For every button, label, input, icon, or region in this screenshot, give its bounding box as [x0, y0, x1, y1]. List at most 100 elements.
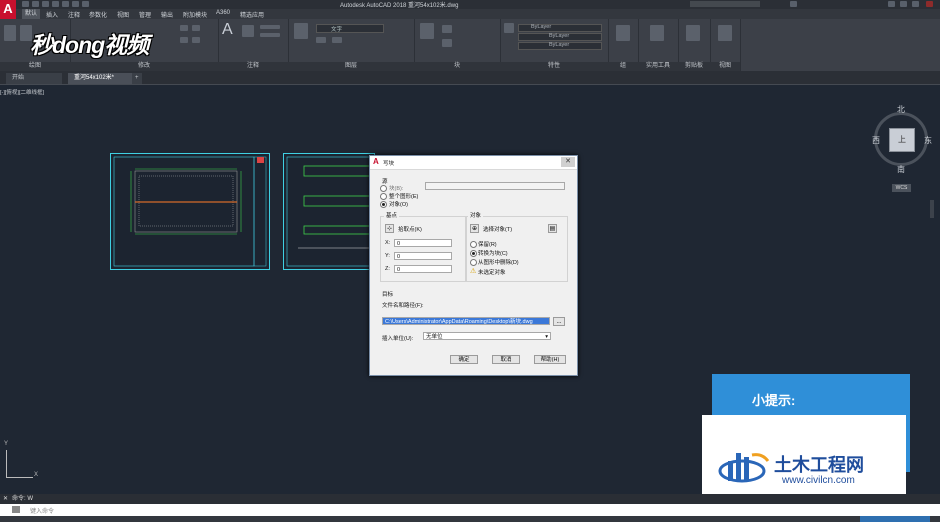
wcs-menu[interactable]: WCS	[892, 184, 911, 192]
close-command-icon[interactable]: ✕	[3, 494, 8, 504]
line-icon[interactable]	[4, 25, 16, 41]
ribbon-tab-addins[interactable]: 附加模块	[183, 10, 207, 19]
compass-west[interactable]: 西	[872, 135, 880, 146]
search-box[interactable]	[690, 1, 760, 7]
viewcube[interactable]: 北 南 东 西 上 WCS	[872, 104, 934, 196]
dialog-title-bar[interactable]: A 写块 ✕	[370, 156, 577, 170]
new-file-icon[interactable]	[22, 1, 29, 7]
mirror-icon[interactable]	[192, 37, 200, 43]
ribbon-tab-annotate[interactable]: 注释	[68, 10, 80, 19]
color-dropdown[interactable]: ByLayer	[518, 24, 602, 32]
minimize-icon[interactable]	[900, 1, 907, 7]
group-icon[interactable]	[616, 25, 630, 41]
paste-icon[interactable]	[686, 25, 700, 41]
retain-radio[interactable]	[470, 241, 477, 248]
panel-label[interactable]: 实用工具	[638, 62, 678, 71]
select-objects-label[interactable]: 选择对象(T)	[483, 225, 512, 233]
app-logo[interactable]: A	[0, 0, 16, 20]
ribbon-tab-view[interactable]: 视图	[117, 10, 129, 19]
compass-north[interactable]: 北	[897, 104, 905, 115]
nav-bar[interactable]	[930, 200, 934, 218]
ribbon-tab-a360[interactable]: A360	[216, 10, 230, 16]
source-block-radio[interactable]	[380, 185, 387, 192]
ok-button[interactable]: 确定	[450, 355, 478, 364]
text-tool-icon[interactable]: A	[222, 21, 233, 39]
lineweight-dropdown[interactable]: ByLayer	[518, 42, 602, 50]
copy-icon[interactable]	[180, 37, 188, 43]
ribbon-tab-output[interactable]: 输出	[161, 10, 173, 19]
ribbon-tab-insert[interactable]: 插入	[46, 10, 58, 19]
source-objects-radio[interactable]	[380, 201, 387, 208]
panel-label[interactable]: 视图	[710, 62, 740, 71]
create-block-icon[interactable]	[442, 25, 452, 33]
rotate-icon[interactable]	[192, 25, 200, 31]
panel-label[interactable]: 块	[414, 62, 500, 71]
command-icon[interactable]	[12, 506, 20, 513]
source-entire-drawing-radio[interactable]	[380, 193, 387, 200]
ribbon-tab-parametric[interactable]: 参数化	[89, 10, 107, 19]
view-icon[interactable]	[718, 25, 732, 41]
block-name-dropdown[interactable]	[425, 182, 565, 190]
save-as-icon[interactable]	[52, 1, 59, 7]
ribbon-tab-manage[interactable]: 管理	[139, 10, 151, 19]
ribbon-tab-featured[interactable]: 精选应用	[240, 10, 264, 19]
maximize-icon[interactable]	[912, 1, 919, 7]
tab-start[interactable]: 开始	[6, 73, 62, 84]
linetype-dropdown[interactable]: ByLayer	[518, 33, 602, 41]
viewport-controls[interactable]: [-][俯视][二维线框]	[0, 88, 44, 96]
user-icon[interactable]	[790, 1, 797, 7]
match-properties-icon[interactable]	[504, 23, 514, 33]
panel-label[interactable]: 组	[608, 62, 638, 71]
panel-label[interactable]: 修改	[70, 62, 218, 71]
dimension-icon[interactable]	[242, 25, 254, 37]
command-line[interactable]: 键入命令	[0, 504, 940, 516]
measure-icon[interactable]	[650, 25, 664, 41]
browse-button[interactable]: ...	[553, 317, 565, 326]
layer-dropdown[interactable]: 文字	[316, 24, 384, 33]
close-icon[interactable]	[926, 1, 933, 7]
redo-icon[interactable]	[82, 1, 89, 7]
move-icon[interactable]	[180, 25, 188, 31]
drawing-sheet-plan[interactable]	[110, 153, 270, 270]
table-icon[interactable]	[260, 33, 280, 37]
layer-lock-icon[interactable]	[332, 37, 342, 43]
help-button[interactable]: 帮助(H)	[534, 355, 566, 364]
panel-label[interactable]: 绘图	[0, 62, 70, 71]
panel-label[interactable]: 图层	[288, 62, 414, 71]
convert-to-block-radio[interactable]	[470, 250, 477, 257]
tab-drawing[interactable]: 重河54x102米*	[68, 73, 132, 84]
print-icon[interactable]	[62, 1, 69, 7]
help-icon[interactable]	[888, 1, 895, 7]
viewcube-top-face[interactable]: 上	[889, 128, 915, 152]
layer-properties-icon[interactable]	[294, 23, 308, 39]
file-path-combo[interactable]: C:\Users\Administrator\AppData\Roaming\D…	[382, 317, 550, 325]
open-file-icon[interactable]	[32, 1, 39, 7]
edit-block-icon[interactable]	[442, 39, 452, 47]
cancel-button[interactable]: 取消	[492, 355, 520, 364]
delete-from-drawing-radio[interactable]	[470, 259, 477, 266]
layer-freeze-icon[interactable]	[316, 37, 326, 43]
quick-select-icon[interactable]: ▤	[548, 224, 557, 233]
pick-point-label[interactable]: 拾取点(K)	[398, 225, 422, 233]
compass-east[interactable]: 东	[924, 135, 932, 146]
save-icon[interactable]	[42, 1, 49, 7]
command-input[interactable]: 键入命令	[30, 506, 54, 515]
y-field[interactable]: 0	[394, 252, 452, 260]
x-field[interactable]: 0	[394, 239, 452, 247]
compass-south[interactable]: 南	[897, 164, 905, 175]
ribbon-tab-default[interactable]: 默认	[22, 9, 41, 19]
status-tools[interactable]	[860, 516, 930, 522]
panel-label[interactable]: 特性	[500, 62, 608, 71]
undo-icon[interactable]	[72, 1, 79, 7]
pick-point-icon[interactable]: ⊹	[385, 224, 394, 233]
new-tab-button[interactable]: +	[132, 73, 142, 84]
z-field[interactable]: 0	[394, 265, 452, 273]
insert-units-dropdown[interactable]: 无单位 ▾	[423, 332, 551, 340]
leader-icon[interactable]	[260, 25, 280, 29]
insert-block-icon[interactable]	[420, 23, 434, 39]
panel-label[interactable]: 剪贴板	[678, 62, 710, 71]
close-dialog-button[interactable]: ✕	[561, 157, 575, 167]
drawing-sheet-elevation[interactable]	[283, 153, 375, 270]
panel-label[interactable]: 注释	[218, 62, 288, 71]
select-objects-icon[interactable]: ⊕	[470, 224, 479, 233]
